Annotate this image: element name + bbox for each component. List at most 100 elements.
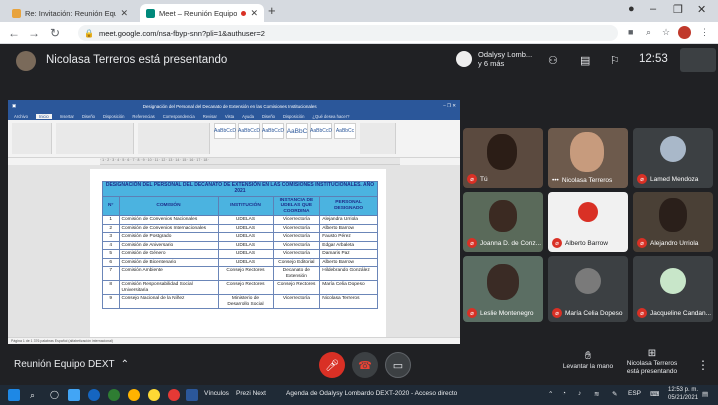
participant-tile[interactable]: ⌀ Joanna D. de Conz...	[463, 192, 543, 252]
table-cell: UDELAS	[217, 223, 274, 234]
tab-meet[interactable]: Meet – Reunión Equipo DEXT ✕	[140, 4, 264, 22]
style-option[interactable]: AaBbCc	[334, 123, 356, 139]
minimize-button[interactable]: –	[650, 3, 656, 15]
new-tab-button[interactable]: +	[268, 3, 276, 18]
pen-icon[interactable]: ✎	[612, 390, 617, 398]
participant-tile[interactable]: ⌀ Alberto Barrow	[548, 192, 628, 252]
menu-item[interactable]: Insertar	[60, 114, 74, 119]
menu-item[interactable]: Disposición	[283, 114, 304, 119]
more-options-icon[interactable]: ⋮	[697, 358, 709, 372]
participant-tile[interactable]: ••• Nicolasa Terreros	[548, 128, 628, 188]
menu-item[interactable]: ¿Qué desea hacer?	[312, 114, 349, 119]
bookmark-star-icon[interactable]: ☆	[662, 27, 670, 38]
table-cell: Consejo Nacional de la Niñez	[118, 294, 219, 310]
url-field[interactable]: 🔒 meet.google.com/nsa-fbyp-snn?pli=1&aut…	[78, 25, 618, 41]
close-tab-icon[interactable]: ✕	[120, 8, 128, 19]
style-option[interactable]: AaBbCcD	[262, 123, 284, 139]
participant-tile[interactable]: ⌀ Lamed Mendoza	[633, 128, 713, 188]
notifications-icon[interactable]: ▤	[702, 390, 708, 398]
style-option[interactable]: AaBbC	[286, 123, 308, 139]
app-icon[interactable]	[168, 389, 180, 401]
table-cell: Comisión Responsabilidad Social Universi…	[118, 280, 219, 296]
menu-item[interactable]: Archivo	[14, 114, 28, 119]
tab-label: Re: Invitación: Reunión Equipo D	[25, 8, 117, 18]
menu-item[interactable]: Diseño	[82, 114, 95, 119]
participant-name: Leslie Montenegro	[480, 309, 534, 317]
chrome-alt-icon[interactable]	[148, 389, 160, 401]
participant-name: Alejandro Urriola	[650, 239, 699, 247]
keyboard-icon[interactable]: ⌨	[650, 390, 659, 398]
word-icon[interactable]	[186, 389, 198, 401]
clock-time: 12:53 p. m.	[668, 387, 699, 393]
activities-icon[interactable]: ⚐	[610, 54, 620, 67]
taskbar-clock[interactable]: 12:53 p. m. 05/21/2021	[668, 387, 698, 403]
search-icon[interactable]: ⌕	[30, 390, 35, 401]
joined-more: y 6 más	[478, 59, 505, 68]
chat-icon[interactable]: ▤	[580, 54, 590, 67]
table-cell: 4	[102, 240, 120, 251]
table-cell: Alberto Barrow	[319, 223, 378, 234]
presenting-button[interactable]: ⊞ Nicolasa Terreros está presentando	[622, 348, 682, 376]
wifi-icon[interactable]: ≋	[594, 390, 599, 398]
volume-icon[interactable]: ♪	[578, 390, 581, 397]
table-cell: Consejo Rectores	[217, 266, 274, 282]
camera-toggle-button[interactable]: ▭	[385, 352, 411, 378]
meeting-details[interactable]: Reunión Equipo DEXT ⌃	[14, 359, 129, 370]
camera-permission-icon[interactable]: ■	[628, 27, 633, 37]
back-icon[interactable]: ←	[8, 26, 20, 40]
edge-icon[interactable]	[88, 389, 100, 401]
style-option[interactable]: AaBbCcD	[214, 123, 236, 139]
menu-item[interactable]: Revisar	[203, 114, 217, 119]
participant-tile[interactable]: ⌀ Alejandro Urriola	[633, 192, 713, 252]
taskbar-item[interactable]: Vínculos	[204, 390, 229, 397]
taskbar-item[interactable]: Agenda de Odalysy Lombardo DEXT-2020 - A…	[286, 390, 457, 397]
zoom-icon[interactable]: ⌕	[646, 27, 651, 38]
tray-arrow-icon[interactable]: ⌃	[548, 390, 553, 398]
close-tab-icon[interactable]: ✕	[250, 8, 258, 19]
menu-item[interactable]: Inicio	[35, 113, 52, 119]
table-cell: Comisión de Género	[118, 249, 219, 259]
participant-tile[interactable]: ⌀ Tú	[463, 128, 543, 188]
language-indicator[interactable]: ESP	[628, 390, 641, 397]
forward-icon[interactable]: →	[28, 26, 40, 40]
participants-icon[interactable]: ⚇	[548, 54, 558, 67]
participant-tile[interactable]: ⌀ Jacqueline Candan...	[633, 256, 713, 322]
participant-tile[interactable]: ⌀ Leslie Montenegro	[463, 256, 543, 322]
task-view-icon[interactable]: ◯	[50, 390, 59, 399]
menu-dots-icon[interactable]: ⋮	[700, 27, 709, 38]
avatar	[660, 268, 686, 294]
joined-indicator[interactable]: Odalysy Lomb... y 6 más	[456, 50, 532, 68]
shared-screen: ▣ Designación del Personal del Decanato …	[8, 100, 460, 344]
table-header: N°	[102, 195, 120, 217]
menu-item[interactable]: Vista	[225, 114, 234, 119]
participant-name: Lamed Mendoza	[650, 175, 699, 183]
network-icon[interactable]: ◔	[562, 390, 566, 397]
windows-start-icon[interactable]	[8, 389, 20, 401]
reload-icon[interactable]: ↻	[50, 26, 60, 40]
close-window-button[interactable]: ✕	[697, 3, 706, 16]
table-cell: 8	[102, 280, 120, 296]
font-group	[56, 123, 134, 154]
file-explorer-icon[interactable]	[68, 389, 80, 401]
leave-call-button[interactable]: ☎︎	[352, 352, 378, 378]
taskbar-item[interactable]: Prezi Next	[236, 390, 266, 397]
menu-item[interactable]: Ayuda	[242, 114, 254, 119]
style-option[interactable]: AaBbCcD	[310, 123, 332, 139]
self-view-thumbnail[interactable]	[680, 48, 716, 72]
chrome-icon[interactable]	[108, 389, 120, 401]
participant-tile[interactable]: ⌀ María Celia Dopeso	[548, 256, 628, 322]
profile-avatar[interactable]	[678, 26, 691, 39]
menu-item[interactable]: Diseño	[262, 114, 275, 119]
chrome-profile-icon[interactable]	[128, 389, 140, 401]
menu-item[interactable]: Disposición	[103, 114, 124, 119]
participant-name: Joanna D. de Conz...	[480, 239, 542, 247]
mic-toggle-button[interactable]: 🎤︎	[319, 352, 345, 378]
table-cell: Consejo Rectores	[272, 280, 321, 296]
raise-hand-button[interactable]: ✋︎ Levantar la mano	[558, 350, 618, 370]
style-option[interactable]: AaBbCcD	[238, 123, 260, 139]
menu-item[interactable]: Correspondencia	[163, 114, 195, 119]
clipboard-group	[12, 123, 52, 154]
menu-item[interactable]: Referencias	[132, 114, 154, 119]
tab-email[interactable]: Re: Invitación: Reunión Equipo D ✕	[6, 4, 134, 22]
maximize-button[interactable]: ❐	[673, 3, 683, 16]
